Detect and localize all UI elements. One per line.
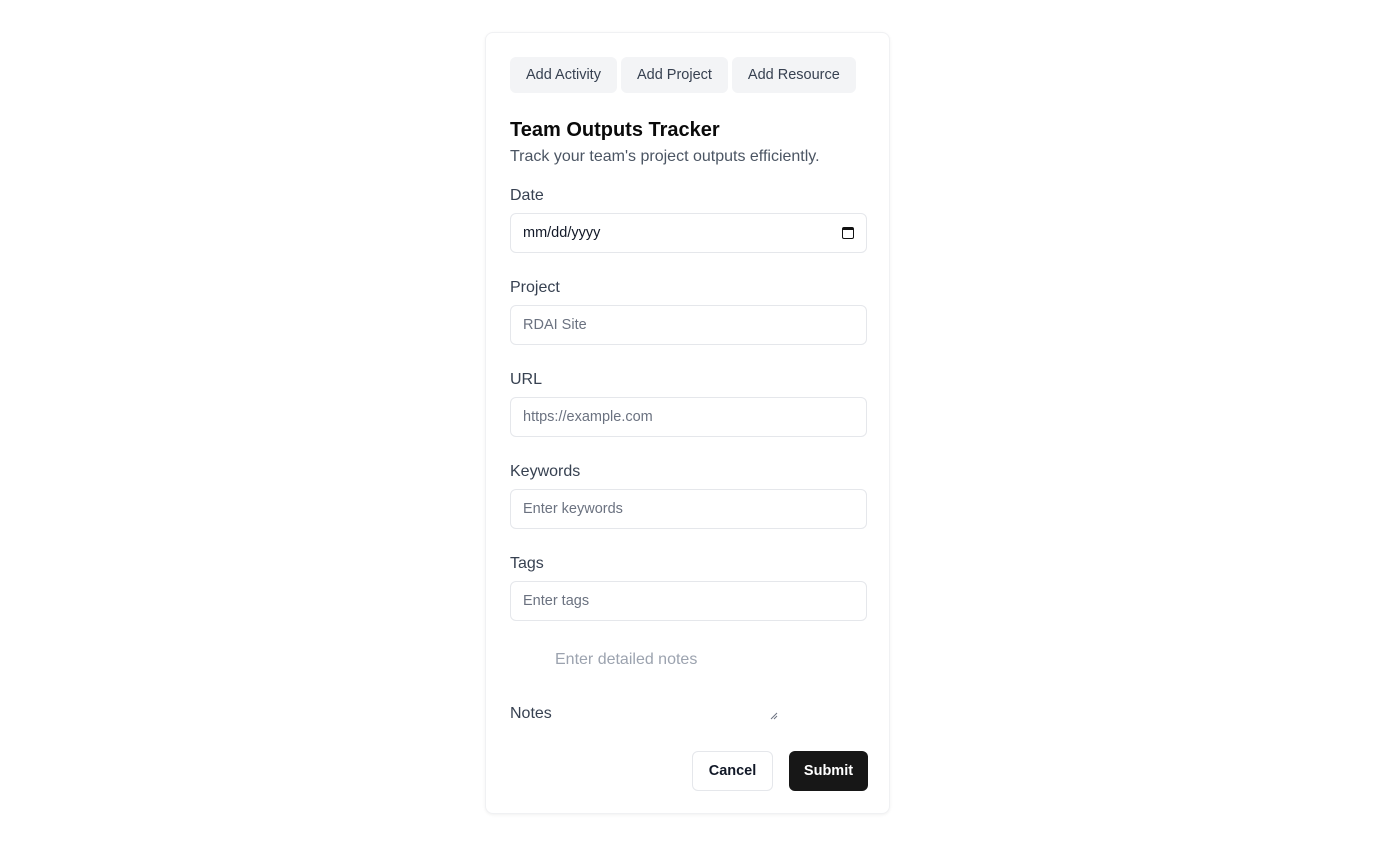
date-input-value: mm/dd/yyyy <box>523 225 601 241</box>
calendar-icon[interactable] <box>842 227 854 239</box>
notes-textarea[interactable]: Enter detailed notes <box>555 651 697 669</box>
url-label: URL <box>510 371 543 388</box>
project-label: Project <box>510 279 560 296</box>
notes-label: Notes <box>510 705 552 722</box>
keywords-input-placeholder: Enter keywords <box>523 501 623 517</box>
tags-input-placeholder: Enter tags <box>523 593 590 609</box>
tags-label: Tags <box>510 555 544 572</box>
tags-input[interactable]: Enter tags <box>510 581 867 621</box>
form-card: Add Activity Add Project Add Resource Te… <box>485 32 890 814</box>
url-input-placeholder: https://example.com <box>523 409 653 425</box>
add-project-button[interactable]: Add Project <box>620 57 728 93</box>
url-input[interactable]: https://example.com <box>510 397 867 437</box>
date-input[interactable]: mm/dd/yyyy <box>510 213 867 253</box>
keywords-label: Keywords <box>510 463 581 480</box>
page-subtitle: Track your team's project outputs effici… <box>510 148 820 165</box>
project-input-placeholder: RDAI Site <box>523 317 587 333</box>
date-label: Date <box>510 187 544 204</box>
cancel-button[interactable]: Cancel <box>692 751 773 791</box>
keywords-input[interactable]: Enter keywords <box>510 489 867 529</box>
page-title: Team Outputs Tracker <box>510 119 720 141</box>
submit-button[interactable]: Submit <box>789 751 868 791</box>
tab-bar: Add Activity Add Project Add Resource <box>510 57 856 93</box>
add-activity-button[interactable]: Add Activity <box>510 57 617 93</box>
resize-handle-icon[interactable] <box>770 712 778 720</box>
add-resource-button[interactable]: Add Resource <box>731 57 856 93</box>
project-input[interactable]: RDAI Site <box>510 305 867 345</box>
